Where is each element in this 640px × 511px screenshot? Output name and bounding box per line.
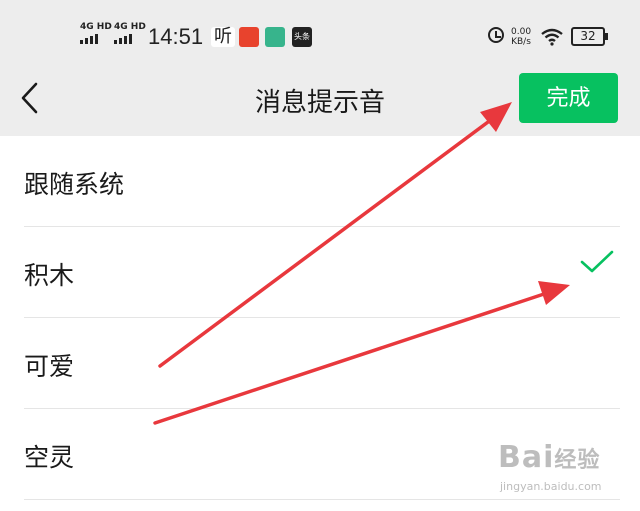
done-button[interactable]: 完成 [519, 73, 618, 123]
sound-option-follow-system[interactable]: 跟随系统 [0, 136, 640, 227]
signal-strength-icon: 4G HD [80, 22, 112, 44]
signal-strength-icon-2: 4G HD [114, 22, 146, 44]
divider [24, 499, 620, 500]
network-type-label: 4G HD [80, 22, 112, 32]
sound-option-label: 可爱 [24, 352, 75, 381]
status-bar: 4G HD 4G HD 14:51 听 头条 0.00 KB/s 32 [0, 18, 640, 58]
sound-option-label: 空灵 [24, 443, 75, 472]
status-time: 14:51 [148, 24, 204, 49]
sound-option-cute[interactable]: 可爱 [0, 318, 640, 409]
sound-option-label: 跟随系统 [24, 170, 125, 199]
watermark-brand: Bai [498, 440, 555, 475]
listen-app-icon: 听 [211, 27, 235, 47]
network-speed-value: 0.00 [511, 27, 532, 37]
checkmark-icon [580, 250, 614, 273]
watermark-brand-2: 经验 [554, 448, 601, 473]
network-speed-unit: KB/s [511, 37, 531, 47]
sound-option-label: 积木 [24, 261, 75, 290]
watermark: Bai经验 jingyan.baidu.com [498, 440, 602, 493]
wifi-icon [541, 28, 563, 46]
sound-option-building-blocks[interactable]: 积木 [0, 227, 640, 318]
alarm-icon [488, 27, 504, 43]
green-app-icon [265, 27, 285, 47]
watermark-url: jingyan.baidu.com [500, 480, 602, 493]
battery-icon: 32 [571, 27, 608, 46]
top-bar: 4G HD 4G HD 14:51 听 头条 0.00 KB/s 32 消息提示… [0, 0, 640, 136]
toutiao-app-icon: 头条 [292, 27, 312, 47]
red-app-icon [239, 27, 259, 47]
network-type-label-2: 4G HD [114, 22, 146, 32]
network-speed: 0.00 KB/s [511, 27, 531, 47]
